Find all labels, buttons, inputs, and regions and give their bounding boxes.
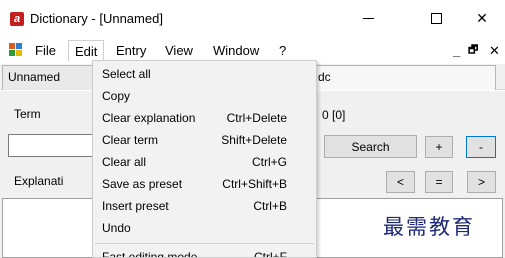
menu-item-save-as-preset[interactable]: Save as preset Ctrl+Shift+B <box>93 173 316 195</box>
menu-item-label: Fast editing mode <box>102 250 198 258</box>
menu-item-shortcut: Shift+Delete <box>221 133 287 147</box>
menu-item-clear-term[interactable]: Clear term Shift+Delete <box>93 129 316 151</box>
search-button[interactable]: Search <box>324 135 417 158</box>
menu-item-label: Clear explanation <box>102 111 196 125</box>
menu-item-shortcut: Ctrl+F <box>254 250 287 258</box>
mdi-close-button[interactable]: ✕ <box>489 40 500 61</box>
menu-file[interactable]: File <box>29 40 62 61</box>
menu-item-label: Select all <box>102 67 151 81</box>
menu-item-insert-preset[interactable]: Insert preset Ctrl+B <box>93 195 316 217</box>
menu-item-label: Save as preset <box>102 177 183 191</box>
window-title: Dictionary - [Unnamed] <box>30 11 163 26</box>
edit-menu-dropdown: Select all Copy Clear explanation Ctrl+D… <box>92 60 317 258</box>
mdi-restore-button[interactable]: 🗗 <box>468 40 478 61</box>
menu-item-shortcut: Ctrl+B <box>253 199 287 213</box>
mdi-minimize-button[interactable]: _ <box>453 40 460 61</box>
menu-item-undo[interactable]: Undo <box>93 217 316 239</box>
tab-unnamed[interactable]: Unnamed <box>2 65 98 90</box>
menu-item-shortcut: Ctrl+Shift+B <box>222 177 287 191</box>
menu-item-shortcut: Ctrl+G <box>251 155 287 169</box>
close-button[interactable]: ✕ <box>459 0 505 36</box>
menu-item-label: Insert preset <box>102 199 169 213</box>
menu-view[interactable]: View <box>159 40 199 61</box>
minimize-icon <box>362 17 374 19</box>
menu-item-clear-explanation[interactable]: Clear explanation Ctrl+Delete <box>93 107 316 129</box>
remove-button[interactable]: - <box>466 136 496 158</box>
menu-item-copy[interactable]: Copy <box>93 85 316 107</box>
watermark-text: 最需教育 <box>383 215 475 239</box>
maximize-icon <box>430 12 442 24</box>
menu-item-label: Clear term <box>102 133 159 147</box>
menu-item-fast-editing-mode[interactable]: Fast editing mode Ctrl+F <box>93 246 316 258</box>
minimize-button[interactable] <box>345 0 391 36</box>
menu-item-shortcut: Ctrl+Delete <box>226 111 287 125</box>
menu-separator <box>95 243 314 244</box>
menu-entry[interactable]: Entry <box>110 40 152 61</box>
term-label: Term <box>14 107 41 121</box>
explanation-label: Explanati <box>14 174 64 188</box>
menu-item-select-all[interactable]: Select all <box>93 63 316 85</box>
tab-dc[interactable]: dc <box>306 65 496 90</box>
menu-window[interactable]: Window <box>207 40 265 61</box>
menu-item-label: Copy <box>102 89 131 103</box>
menu-bar: File Edit Entry View Window ? _ 🗗 ✕ <box>0 40 505 61</box>
equal-button[interactable]: = <box>425 171 453 193</box>
app-icon[interactable]: a <box>10 12 24 26</box>
document-icon[interactable] <box>9 43 24 57</box>
menu-help[interactable]: ? <box>273 40 292 61</box>
close-icon: ✕ <box>476 9 488 26</box>
maximize-button[interactable] <box>413 0 459 36</box>
menu-item-clear-all[interactable]: Clear all Ctrl+G <box>93 151 316 173</box>
entry-count: 0 [0] <box>322 108 346 122</box>
menu-item-label: Undo <box>102 221 131 235</box>
add-button[interactable]: + <box>425 136 453 158</box>
next-button[interactable]: > <box>467 171 496 193</box>
menu-item-label: Clear all <box>102 155 147 169</box>
previous-button[interactable]: < <box>386 171 415 193</box>
title-bar: a Dictionary - [Unnamed] ✕ <box>0 0 505 36</box>
menu-edit[interactable]: Edit <box>68 40 105 61</box>
